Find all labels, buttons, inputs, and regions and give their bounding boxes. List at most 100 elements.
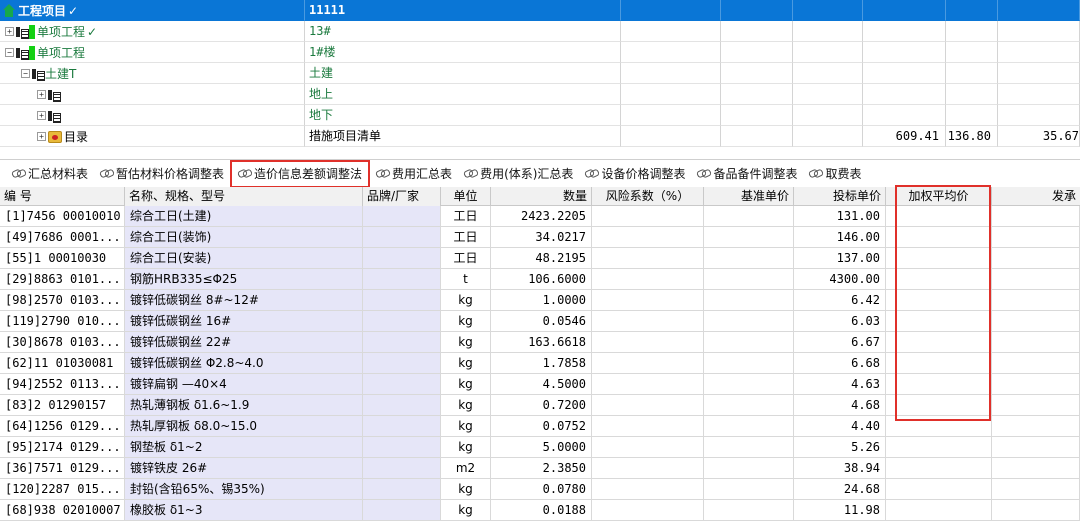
- cell-unit[interactable]: kg: [441, 479, 491, 500]
- cell-brand[interactable]: [363, 353, 441, 374]
- expand-icon[interactable]: +: [37, 111, 46, 120]
- cell-brand[interactable]: [363, 416, 441, 437]
- cell-weighted-avg[interactable]: [886, 290, 992, 311]
- cell-code[interactable]: [64]1256 0129...: [0, 416, 125, 437]
- cell-brand[interactable]: [363, 374, 441, 395]
- cell-quantity[interactable]: 2.3850: [491, 458, 592, 479]
- cell-bid-price[interactable]: 6.67: [794, 332, 886, 353]
- cell-unit[interactable]: kg: [441, 311, 491, 332]
- cell-base-price[interactable]: [704, 332, 794, 353]
- cell-risk-factor[interactable]: [592, 500, 704, 521]
- tab-cost-system-summary[interactable]: 费用(体系)汇总表: [458, 162, 579, 186]
- cell-contract[interactable]: [992, 395, 1080, 416]
- table-row[interactable]: [95]2174 0129... 钢垫板 δ1~2 kg 5.0000 5.26: [0, 437, 1080, 458]
- col-header-brand[interactable]: 品牌/厂家: [363, 187, 441, 206]
- cell-weighted-avg[interactable]: [886, 416, 992, 437]
- cell-code[interactable]: [68]938 02010007: [0, 500, 125, 521]
- cell-name[interactable]: 综合工日(安装): [125, 248, 363, 269]
- collapse-icon[interactable]: −: [5, 48, 14, 57]
- tab-cost-info-difference[interactable]: 造价信息差额调整法: [230, 159, 371, 188]
- table-row[interactable]: [29]8863 0101... 钢筋HRB335≤Φ25 t 106.6000 430…: [0, 269, 1080, 290]
- cell-code[interactable]: [94]2552 0113...: [0, 374, 125, 395]
- cell-weighted-avg[interactable]: [886, 311, 992, 332]
- cell-code[interactable]: [49]7686 0001...: [0, 227, 125, 248]
- cell-contract[interactable]: [992, 332, 1080, 353]
- cell-quantity[interactable]: 5.0000: [491, 437, 592, 458]
- table-row[interactable]: [62]11 01030081 镀锌低碳钢丝 Φ2.8~4.0 kg 1.7858 6.…: [0, 353, 1080, 374]
- tree-row-single-project-2[interactable]: − 单项工程 1#楼: [0, 42, 1080, 63]
- cell-code[interactable]: [98]2570 0103...: [0, 290, 125, 311]
- cell-contract[interactable]: [992, 479, 1080, 500]
- table-row[interactable]: [49]7686 0001... 综合工日(装饰) 工日 34.0217 146.00: [0, 227, 1080, 248]
- cell-base-price[interactable]: [704, 500, 794, 521]
- cell-bid-price[interactable]: 137.00: [794, 248, 886, 269]
- table-row[interactable]: [83]2 01290157 热轧薄钢板 δ1.6~1.9 kg 0.7200 4.68: [0, 395, 1080, 416]
- cell-bid-price[interactable]: 6.42: [794, 290, 886, 311]
- table-row[interactable]: [55]1 00010030 综合工日(安装) 工日 48.2195 137.00: [0, 248, 1080, 269]
- cell-base-price[interactable]: [704, 437, 794, 458]
- cell-brand[interactable]: [363, 248, 441, 269]
- cell-base-price[interactable]: [704, 227, 794, 248]
- cell-bid-price[interactable]: 4.68: [794, 395, 886, 416]
- cell-contract[interactable]: [992, 374, 1080, 395]
- tab-material-summary[interactable]: 汇总材料表: [6, 162, 94, 186]
- cell-unit[interactable]: t: [441, 269, 491, 290]
- cell-contract[interactable]: [992, 500, 1080, 521]
- cell-risk-factor[interactable]: [592, 395, 704, 416]
- cell-contract[interactable]: [992, 311, 1080, 332]
- cell-name[interactable]: 钢筋HRB335≤Φ25: [125, 269, 363, 290]
- cell-risk-factor[interactable]: [592, 416, 704, 437]
- cell-bid-price[interactable]: 146.00: [794, 227, 886, 248]
- cell-contract[interactable]: [992, 227, 1080, 248]
- cell-risk-factor[interactable]: [592, 269, 704, 290]
- cell-base-price[interactable]: [704, 479, 794, 500]
- cell-risk-factor[interactable]: [592, 227, 704, 248]
- col-header-bid-price[interactable]: 投标单价: [794, 187, 886, 206]
- tree-row-unit-project[interactable]: − 土建T 土建: [0, 63, 1080, 84]
- cell-bid-price[interactable]: 5.26: [794, 437, 886, 458]
- cell-quantity[interactable]: 4.5000: [491, 374, 592, 395]
- cell-code[interactable]: [83]2 01290157: [0, 395, 125, 416]
- cell-base-price[interactable]: [704, 416, 794, 437]
- cell-weighted-avg[interactable]: [886, 269, 992, 290]
- cell-unit[interactable]: kg: [441, 500, 491, 521]
- table-row[interactable]: [30]8678 0103... 镀锌低碳钢丝 22# kg 163.6618 6.67: [0, 332, 1080, 353]
- col-header-risk-factor[interactable]: 风险系数（%）: [592, 187, 704, 206]
- cell-quantity[interactable]: 106.6000: [491, 269, 592, 290]
- table-row[interactable]: [98]2570 0103... 镀锌低碳钢丝 8#~12# kg 1.0000 6.4…: [0, 290, 1080, 311]
- cell-code[interactable]: [55]1 00010030: [0, 248, 125, 269]
- cell-name[interactable]: 镀锌低碳钢丝 16#: [125, 311, 363, 332]
- cell-quantity[interactable]: 163.6618: [491, 332, 592, 353]
- cell-risk-factor[interactable]: [592, 458, 704, 479]
- cell-name[interactable]: 综合工日(装饰): [125, 227, 363, 248]
- cell-base-price[interactable]: [704, 458, 794, 479]
- cell-weighted-avg[interactable]: [886, 374, 992, 395]
- cell-name[interactable]: 综合工日(土建): [125, 206, 363, 227]
- tree-row-above-ground[interactable]: + 地上: [0, 84, 1080, 105]
- cell-brand[interactable]: [363, 290, 441, 311]
- col-header-weighted-avg[interactable]: 加权平均价: [886, 187, 992, 206]
- cell-contract[interactable]: [992, 269, 1080, 290]
- cell-bid-price[interactable]: 131.00: [794, 206, 886, 227]
- cell-quantity[interactable]: 2423.2205: [491, 206, 592, 227]
- cell-brand[interactable]: [363, 479, 441, 500]
- cell-name[interactable]: 钢垫板 δ1~2: [125, 437, 363, 458]
- cell-name[interactable]: 橡胶板 δ1~3: [125, 500, 363, 521]
- table-row[interactable]: [1]7456 00010010 综合工日(土建) 工日 2423.2205 131.0…: [0, 206, 1080, 227]
- cell-unit[interactable]: kg: [441, 416, 491, 437]
- tab-cost-summary[interactable]: 费用汇总表: [370, 162, 458, 186]
- cell-weighted-avg[interactable]: [886, 500, 992, 521]
- cell-quantity[interactable]: 0.0752: [491, 416, 592, 437]
- expand-icon[interactable]: +: [37, 90, 46, 99]
- cell-contract[interactable]: [992, 248, 1080, 269]
- tree-row-directory[interactable]: + 目录 措施项目清单 609.41 136.80 35.67: [0, 126, 1080, 147]
- cell-base-price[interactable]: [704, 248, 794, 269]
- cell-quantity[interactable]: 1.0000: [491, 290, 592, 311]
- table-row[interactable]: [36]7571 0129... 镀锌铁皮 26# m2 2.3850 38.94: [0, 458, 1080, 479]
- tab-spare-parts[interactable]: 备品备件调整表: [691, 162, 803, 186]
- cell-risk-factor[interactable]: [592, 479, 704, 500]
- cell-base-price[interactable]: [704, 353, 794, 374]
- cell-brand[interactable]: [363, 332, 441, 353]
- collapse-icon[interactable]: −: [21, 69, 30, 78]
- table-row[interactable]: [64]1256 0129... 热轧厚钢板 δ8.0~15.0 kg 0.0752 4…: [0, 416, 1080, 437]
